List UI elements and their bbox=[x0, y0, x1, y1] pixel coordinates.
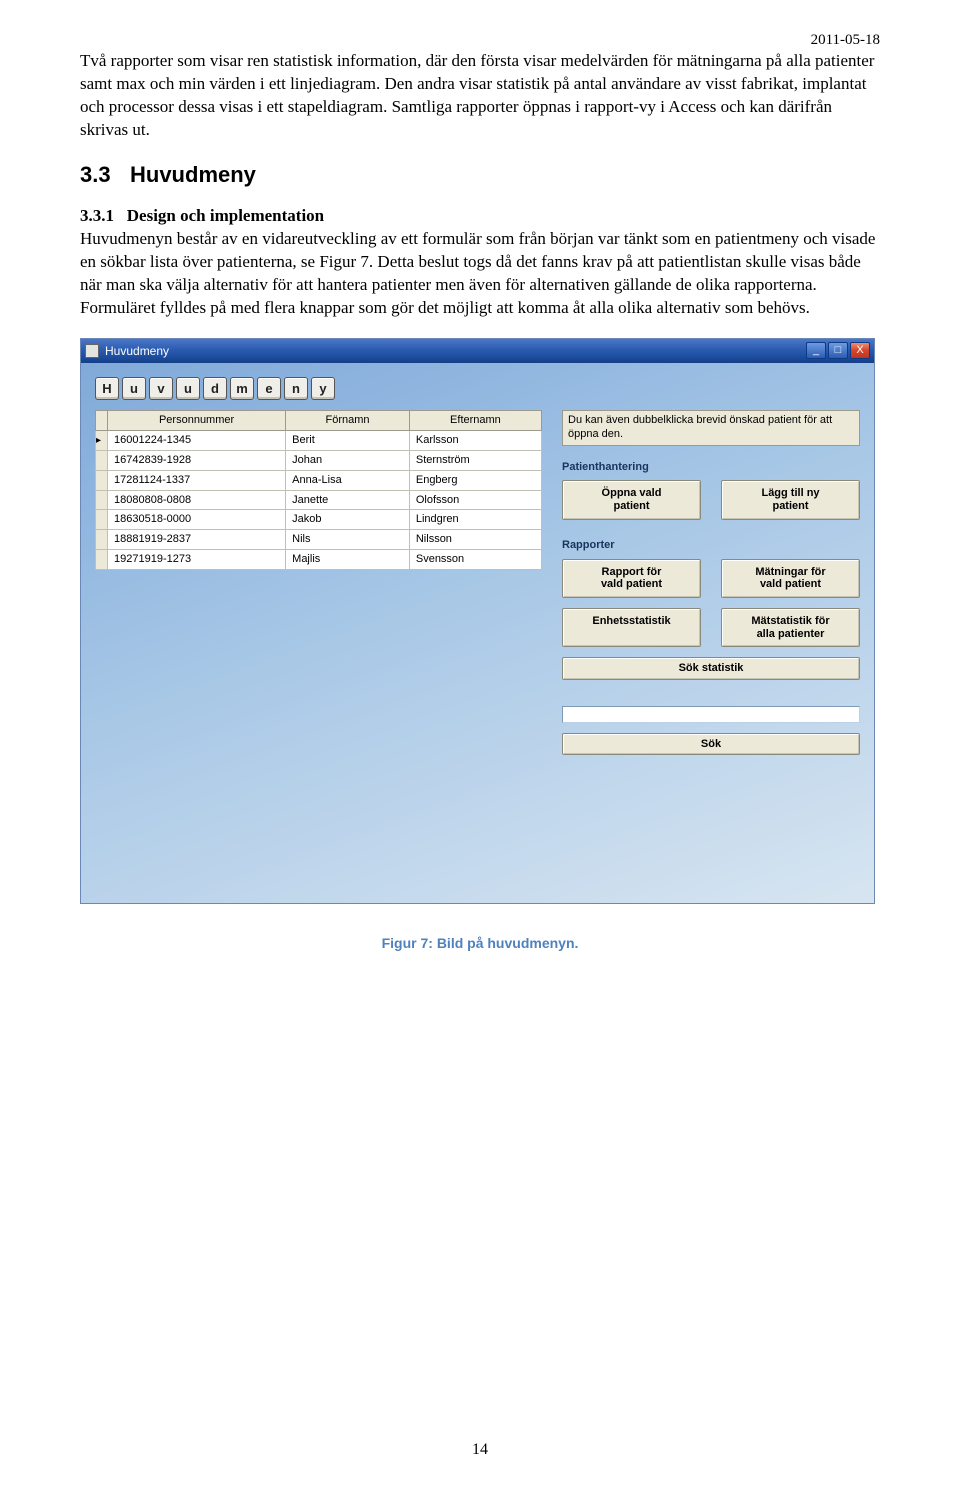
row-selector[interactable] bbox=[96, 490, 108, 510]
window-titlebar: Huvudmeny _ □ X bbox=[81, 339, 874, 363]
keycap-letter: m bbox=[230, 377, 254, 400]
table-cell: 16742839-1928 bbox=[108, 450, 286, 470]
table-cell: Karlsson bbox=[409, 430, 541, 450]
page-date: 2011-05-18 bbox=[811, 30, 880, 50]
row-selector[interactable] bbox=[96, 450, 108, 470]
table-cell: Nils bbox=[286, 530, 410, 550]
table-row[interactable]: ▸16001224-1345BeritKarlsson bbox=[96, 430, 542, 450]
patient-table: Personnummer Förnamn Efternamn ▸16001224… bbox=[95, 410, 542, 570]
table-cell: Svensson bbox=[409, 550, 541, 570]
heading-title: Huvudmeny bbox=[130, 162, 256, 187]
report-patient-button[interactable]: Rapport för vald patient bbox=[562, 559, 701, 598]
app-icon bbox=[85, 344, 99, 358]
figure-caption: Figur 7: Bild på huvudmenyn. bbox=[80, 934, 880, 953]
col-personnummer: Personnummer bbox=[108, 411, 286, 431]
row-selector-header bbox=[96, 411, 108, 431]
keycap-letter: H bbox=[95, 377, 119, 400]
table-row[interactable]: 18630518-0000JakobLindgren bbox=[96, 510, 542, 530]
table-cell: Lindgren bbox=[409, 510, 541, 530]
col-fornamn: Förnamn bbox=[286, 411, 410, 431]
row-selector[interactable] bbox=[96, 470, 108, 490]
minimize-button[interactable]: _ bbox=[806, 342, 826, 359]
table-row[interactable]: 17281124-1337Anna-LisaEngberg bbox=[96, 470, 542, 490]
table-cell: Olofsson bbox=[409, 490, 541, 510]
body-text: Två rapporter som visar ren statistisk i… bbox=[80, 50, 880, 320]
table-cell: Nilsson bbox=[409, 530, 541, 550]
keycap-letter: y bbox=[311, 377, 335, 400]
table-cell: 16001224-1345 bbox=[108, 430, 286, 450]
paragraph-1: Två rapporter som visar ren statistisk i… bbox=[80, 50, 880, 142]
table-cell: 18881919-2837 bbox=[108, 530, 286, 550]
table-cell: 19271919-1273 bbox=[108, 550, 286, 570]
table-cell: Sternström bbox=[409, 450, 541, 470]
table-row[interactable]: 18881919-2837NilsNilsson bbox=[96, 530, 542, 550]
unit-statistics-button[interactable]: Enhetsstatistik bbox=[562, 608, 701, 647]
window-title: Huvudmeny bbox=[105, 343, 169, 359]
row-selector[interactable] bbox=[96, 510, 108, 530]
subsection-title: Design och implementation bbox=[127, 206, 324, 225]
table-cell: Janette bbox=[286, 490, 410, 510]
search-input[interactable] bbox=[562, 706, 860, 723]
keycap-letter: u bbox=[122, 377, 146, 400]
table-cell: Anna-Lisa bbox=[286, 470, 410, 490]
search-button[interactable]: Sök bbox=[562, 733, 860, 756]
hint-text: Du kan även dubbelklicka brevid önskad p… bbox=[562, 410, 860, 446]
close-button[interactable]: X bbox=[850, 342, 870, 359]
table-cell: 17281124-1337 bbox=[108, 470, 286, 490]
heading-3-3: 3.3Huvudmeny bbox=[80, 160, 880, 190]
row-selector[interactable] bbox=[96, 550, 108, 570]
open-patient-button[interactable]: Öppna vald patient bbox=[562, 480, 701, 519]
row-selector[interactable] bbox=[96, 530, 108, 550]
maximize-button[interactable]: □ bbox=[828, 342, 848, 359]
figure-7-window: Huvudmeny _ □ X Huvudmeny Personnummer F bbox=[80, 338, 875, 904]
search-statistics-button[interactable]: Sök statistik bbox=[562, 657, 860, 680]
page-number: 14 bbox=[0, 1439, 960, 1461]
keycap-letter: u bbox=[176, 377, 200, 400]
add-patient-button[interactable]: Lägg till ny patient bbox=[721, 480, 860, 519]
table-cell: Berit bbox=[286, 430, 410, 450]
paragraph-2: 3.3.1 Design och implementation Huvudmen… bbox=[80, 205, 880, 320]
group-rapporter-label: Rapporter bbox=[562, 538, 860, 553]
group-patienthantering-label: Patienthantering bbox=[562, 460, 860, 475]
heading-number: 3.3 bbox=[80, 160, 130, 190]
table-cell: Engberg bbox=[409, 470, 541, 490]
logo-keycaps: Huvudmeny bbox=[95, 377, 860, 400]
paragraph-2-body: Huvudmenyn består av en vidareutveckling… bbox=[80, 229, 875, 317]
row-selector[interactable]: ▸ bbox=[96, 430, 108, 450]
all-patients-statistics-button[interactable]: Mätstatistik för alla patienter bbox=[721, 608, 860, 647]
keycap-letter: v bbox=[149, 377, 173, 400]
table-cell: Johan bbox=[286, 450, 410, 470]
table-row[interactable]: 16742839-1928JohanSternström bbox=[96, 450, 542, 470]
table-cell: 18630518-0000 bbox=[108, 510, 286, 530]
measurements-patient-button[interactable]: Mätningar för vald patient bbox=[721, 559, 860, 598]
table-cell: Jakob bbox=[286, 510, 410, 530]
table-cell: 18080808-0808 bbox=[108, 490, 286, 510]
table-row[interactable]: 18080808-0808JanetteOlofsson bbox=[96, 490, 542, 510]
keycap-letter: e bbox=[257, 377, 281, 400]
subsection-number: 3.3.1 bbox=[80, 206, 114, 225]
keycap-letter: n bbox=[284, 377, 308, 400]
keycap-letter: d bbox=[203, 377, 227, 400]
table-cell: Majlis bbox=[286, 550, 410, 570]
table-row[interactable]: 19271919-1273MajlisSvensson bbox=[96, 550, 542, 570]
col-efternamn: Efternamn bbox=[409, 411, 541, 431]
